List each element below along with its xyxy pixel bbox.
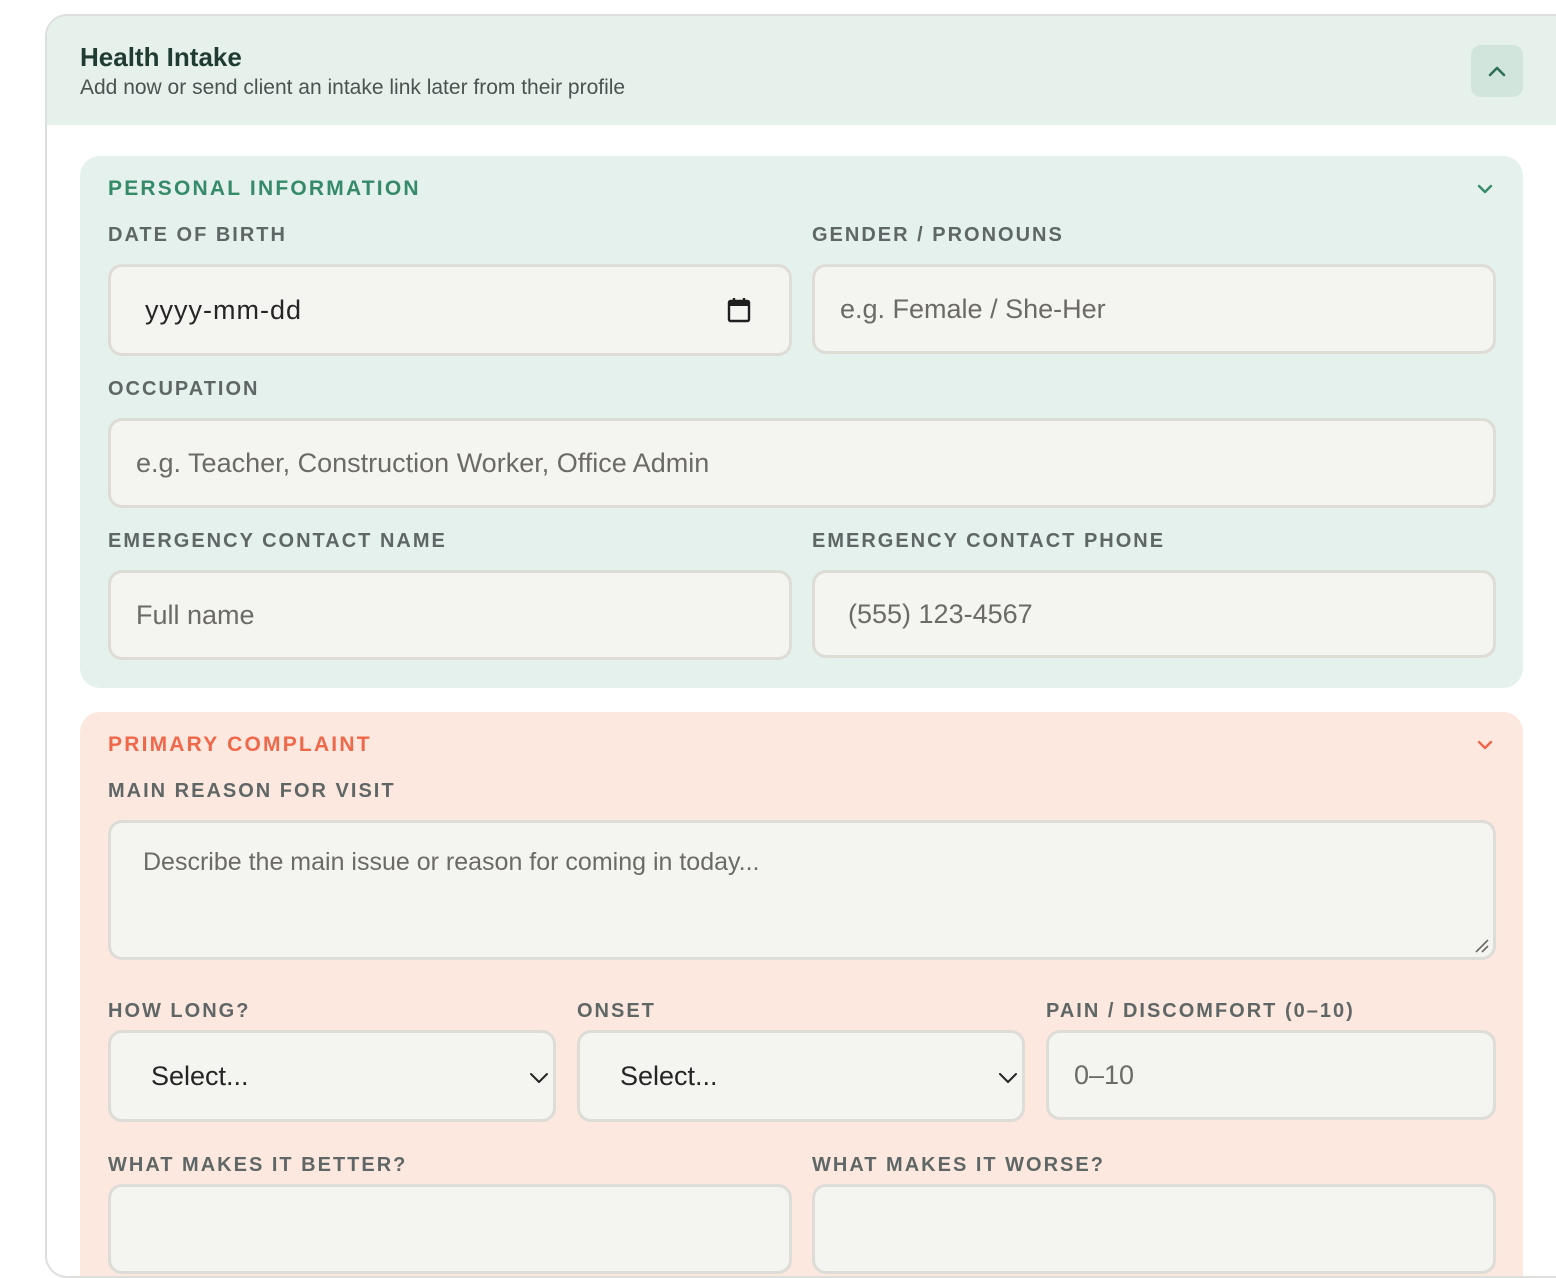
how-long-value: Select...	[151, 1060, 249, 1091]
occupation-placeholder: e.g. Teacher, Construction Worker, Offic…	[136, 447, 710, 478]
gender-label: GENDER / PRONOUNS	[812, 224, 1064, 246]
ec-phone-label: EMERGENCY CONTACT PHONE	[812, 530, 1166, 552]
section-title: PRIMARY COMPLAINT	[108, 733, 372, 756]
dob-label: DATE OF BIRTH	[108, 224, 287, 246]
reason-label: MAIN REASON FOR VISIT	[108, 780, 396, 802]
card-header: Health Intake Add now or send client an …	[47, 16, 1556, 125]
occupation-field[interactable]: e.g. Teacher, Construction Worker, Offic…	[108, 418, 1496, 508]
collapse-button[interactable]	[1471, 45, 1523, 97]
chevron-down-icon	[999, 1073, 1017, 1083]
ec-name-placeholder: Full name	[136, 599, 255, 630]
how-long-select[interactable]: Select...	[108, 1030, 556, 1122]
how-long-label: HOW LONG?	[108, 1000, 251, 1022]
ec-phone-placeholder: (555) 123-4567	[848, 598, 1033, 629]
worse-label: WHAT MAKES IT WORSE?	[812, 1154, 1105, 1176]
dob-value: yyyy-mm-dd	[145, 294, 302, 325]
onset-select[interactable]: Select...	[577, 1030, 1025, 1122]
chevron-down-icon[interactable]	[1475, 738, 1495, 752]
onset-label: ONSET	[577, 1000, 656, 1022]
primary-complaint-section: PRIMARY COMPLAINT MAIN REASON FOR VISIT …	[80, 712, 1523, 1276]
section-title: PERSONAL INFORMATION	[108, 177, 421, 200]
chevron-down-icon[interactable]	[1475, 182, 1495, 196]
emergency-contact-name-field[interactable]: Full name	[108, 570, 792, 660]
occupation-label: OCCUPATION	[108, 378, 260, 400]
gender-pronouns-field[interactable]: e.g. Female / She-Her	[812, 264, 1496, 354]
onset-value: Select...	[620, 1060, 718, 1091]
makes-it-better-field[interactable]	[108, 1184, 792, 1274]
health-intake-card: Health Intake Add now or send client an …	[45, 14, 1556, 1278]
personal-information-section: PERSONAL INFORMATION DATE OF BIRTH yyyy-…	[80, 156, 1523, 688]
calendar-icon[interactable]	[727, 297, 751, 323]
pain-input[interactable]: 0–10	[1046, 1030, 1496, 1120]
chevron-up-icon	[1488, 66, 1506, 77]
emergency-contact-phone-field[interactable]: (555) 123-4567	[812, 570, 1496, 658]
gender-placeholder: e.g. Female / She-Her	[840, 293, 1106, 324]
better-label: WHAT MAKES IT BETTER?	[108, 1154, 408, 1176]
ec-name-label: EMERGENCY CONTACT NAME	[108, 530, 447, 552]
card-subtitle: Add now or send client an intake link la…	[80, 76, 626, 99]
chevron-down-icon	[530, 1073, 548, 1083]
pain-placeholder: 0–10	[1074, 1059, 1135, 1090]
resize-handle-icon[interactable]	[1474, 938, 1490, 954]
main-reason-textarea[interactable]: Describe the main issue or reason for co…	[108, 820, 1496, 960]
date-of-birth-field[interactable]: yyyy-mm-dd	[108, 264, 792, 356]
reason-placeholder: Describe the main issue or reason for co…	[143, 848, 760, 876]
makes-it-worse-field[interactable]	[812, 1184, 1496, 1274]
pain-label: PAIN / DISCOMFORT (0–10)	[1046, 1000, 1355, 1022]
card-title: Health Intake	[80, 42, 242, 72]
